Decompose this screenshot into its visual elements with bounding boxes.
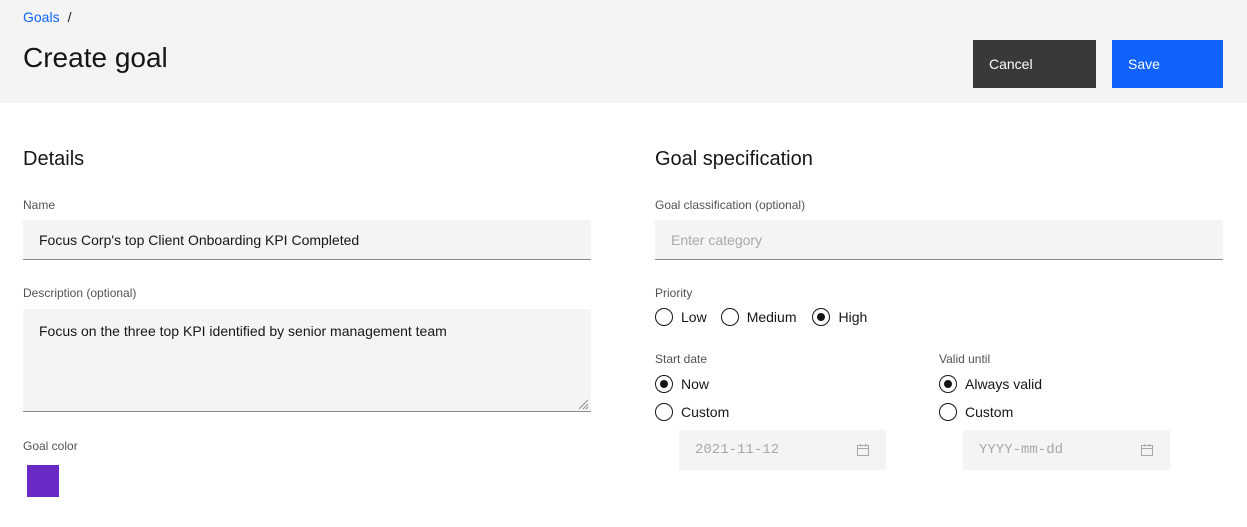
start-now-label: Now <box>681 376 710 392</box>
name-field[interactable] <box>23 220 591 260</box>
cancel-button[interactable]: Cancel <box>973 40 1096 88</box>
priority-medium-label: Medium <box>746 309 797 325</box>
classification-input[interactable] <box>655 220 1223 260</box>
start-date-label: Start date <box>655 352 708 366</box>
classification-label: Goal classification (optional) <box>655 198 806 212</box>
breadcrumb-separator: / <box>67 9 72 25</box>
save-button[interactable]: Save <box>1112 40 1223 88</box>
radio-checked-icon <box>655 375 673 393</box>
start-date-value: 2021-11-12 <box>695 442 780 458</box>
radio-circle-icon <box>720 308 739 326</box>
valid-always-label: Always valid <box>965 376 1043 392</box>
page-title: Create goal <box>23 42 168 73</box>
page-header: Goals / Create goal Cancel Save <box>0 0 1247 103</box>
start-custom-radio[interactable]: Custom <box>655 403 729 421</box>
priority-high-label: High <box>838 309 868 325</box>
priority-low-radio[interactable]: Low <box>655 308 707 326</box>
goal-color-swatch[interactable] <box>27 465 59 497</box>
breadcrumb-goals-link[interactable]: Goals <box>23 9 60 25</box>
description-label: Description (optional) <box>23 286 137 300</box>
valid-custom-label: Custom <box>965 404 1014 420</box>
calendar-icon[interactable] <box>1140 443 1154 457</box>
priority-low-label: Low <box>681 309 707 325</box>
radio-checked-icon <box>939 375 957 393</box>
breadcrumb: Goals / <box>23 9 71 25</box>
goal-spec-section-title: Goal specification <box>655 148 813 170</box>
valid-always-radio[interactable]: Always valid <box>939 375 1042 393</box>
priority-medium-radio[interactable]: Medium <box>720 308 797 326</box>
priority-radio-group: Low Medium High <box>655 308 867 326</box>
name-label: Name <box>23 198 56 212</box>
radio-circle-icon <box>939 403 957 421</box>
valid-until-date-picker[interactable]: YYYY-mm-dd <box>963 430 1170 470</box>
start-now-radio[interactable]: Now <box>655 375 709 393</box>
start-custom-label: Custom <box>681 404 730 420</box>
calendar-icon[interactable] <box>856 443 870 457</box>
details-section-title: Details <box>23 148 85 170</box>
description-field[interactable]: Focus on the three top KPI identified by… <box>23 309 591 412</box>
valid-custom-radio[interactable]: Custom <box>939 403 1013 421</box>
radio-circle-icon <box>655 308 673 326</box>
valid-until-date-placeholder: YYYY-mm-dd <box>979 442 1064 458</box>
priority-label: Priority <box>655 286 693 300</box>
start-date-picker[interactable]: 2021-11-12 <box>679 430 886 470</box>
radio-checked-icon <box>812 308 831 326</box>
resize-handle-icon[interactable] <box>577 398 589 410</box>
priority-high-radio[interactable]: High <box>812 308 867 326</box>
valid-until-label: Valid until <box>939 352 991 366</box>
goal-color-label: Goal color <box>23 439 78 453</box>
radio-circle-icon <box>655 403 673 421</box>
